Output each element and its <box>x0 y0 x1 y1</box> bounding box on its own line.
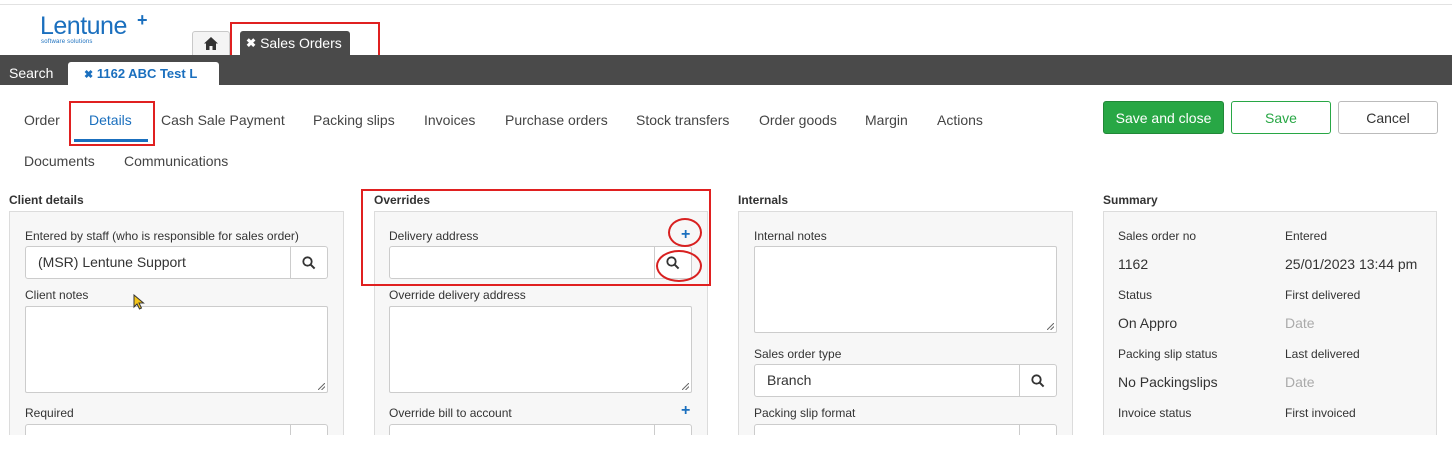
subtab-purchase-orders[interactable]: Purchase orders <box>505 112 608 128</box>
client-notes-textarea[interactable] <box>25 306 328 393</box>
resize-handle-icon[interactable] <box>318 383 325 390</box>
add-bill-to-account-icon[interactable]: + <box>681 403 690 419</box>
sales-order-type-label: Sales order type <box>754 347 842 361</box>
subtab-documents[interactable]: Documents <box>24 153 95 169</box>
annotation-box-details <box>69 101 155 146</box>
subtab-order-goods[interactable]: Order goods <box>759 112 837 128</box>
last-delivered-value: Date <box>1285 374 1315 390</box>
bottom-edge <box>0 435 1452 456</box>
client-details-title: Client details <box>9 193 84 207</box>
sales-order-no-label: Sales order no <box>1118 229 1197 243</box>
internals-title: Internals <box>738 193 789 207</box>
subtab-stock-transfers[interactable]: Stock transfers <box>636 112 729 128</box>
sales-order-no-value: 1162 <box>1118 256 1149 272</box>
subtab-actions[interactable]: Actions <box>937 112 983 128</box>
entered-by-input[interactable]: (MSR) Lentune Support <box>25 246 291 279</box>
sales-order-type-search-button[interactable] <box>1019 364 1057 397</box>
resize-handle-icon[interactable] <box>1047 323 1054 330</box>
annotation-ring-plus <box>668 218 702 247</box>
summary-title: Summary <box>1103 193 1158 207</box>
search-icon <box>302 255 316 269</box>
last-delivered-label: Last delivered <box>1285 347 1360 361</box>
resize-handle-icon[interactable] <box>682 383 689 390</box>
packing-slip-status-label: Packing slip status <box>1118 347 1218 361</box>
subtab-cash-sale-payment[interactable]: Cash Sale Payment <box>161 112 285 128</box>
subtab-packing-slips[interactable]: Packing slips <box>313 112 395 128</box>
mouse-cursor-icon <box>133 294 145 310</box>
override-bill-to-label: Override bill to account <box>389 406 512 420</box>
search-tab[interactable]: Search <box>9 65 53 81</box>
logo-plus: + <box>137 10 148 30</box>
top-divider <box>0 4 1452 5</box>
first-delivered-label: First delivered <box>1285 288 1361 302</box>
annotation-ring-search <box>656 250 702 282</box>
lentune-logo[interactable]: Lentune + software solutions <box>40 10 150 48</box>
packing-slip-format-label: Packing slip format <box>754 406 856 420</box>
client-notes-label: Client notes <box>25 288 89 302</box>
invoice-status-label: Invoice status <box>1118 406 1192 420</box>
entered-by-label: Entered by staff (who is responsible for… <box>25 229 299 243</box>
logo-text: Lentune <box>40 12 127 40</box>
entered-label: Entered <box>1285 229 1328 243</box>
close-icon[interactable]: ✖ <box>84 69 93 81</box>
home-tab[interactable] <box>192 31 230 55</box>
save-and-close-button[interactable]: Save and close <box>1103 101 1224 134</box>
search-icon <box>1031 373 1045 387</box>
required-label: Required <box>25 406 74 420</box>
internal-notes-label: Internal notes <box>754 229 827 243</box>
tab-order-1162[interactable]: ✖ 1162 ABC Test L <box>68 62 219 85</box>
sales-order-type-input[interactable]: Branch <box>754 364 1020 397</box>
save-button[interactable]: Save <box>1231 101 1331 134</box>
first-invoiced-label: First invoiced <box>1285 406 1356 420</box>
entered-value: 25/01/2023 13:44 pm <box>1285 256 1418 272</box>
entered-by-search-button[interactable] <box>290 246 328 279</box>
first-delivered-value: Date <box>1285 315 1315 331</box>
subtab-margin[interactable]: Margin <box>865 112 908 128</box>
internal-notes-textarea[interactable] <box>754 246 1057 333</box>
subtab-order[interactable]: Order <box>24 112 60 128</box>
override-delivery-address-textarea[interactable] <box>389 306 692 393</box>
subtab-invoices[interactable]: Invoices <box>424 112 475 128</box>
logo-tagline: software solutions <box>41 39 93 45</box>
override-delivery-address-label: Override delivery address <box>389 288 526 302</box>
packing-slip-status-value: No Packingslips <box>1118 374 1218 390</box>
subtab-communications[interactable]: Communications <box>124 153 228 169</box>
status-value: On Appro <box>1118 315 1178 331</box>
home-icon <box>204 37 218 50</box>
cancel-button[interactable]: Cancel <box>1338 101 1438 134</box>
tab-order-label: 1162 ABC Test L <box>96 66 198 81</box>
status-label: Status <box>1118 288 1153 302</box>
